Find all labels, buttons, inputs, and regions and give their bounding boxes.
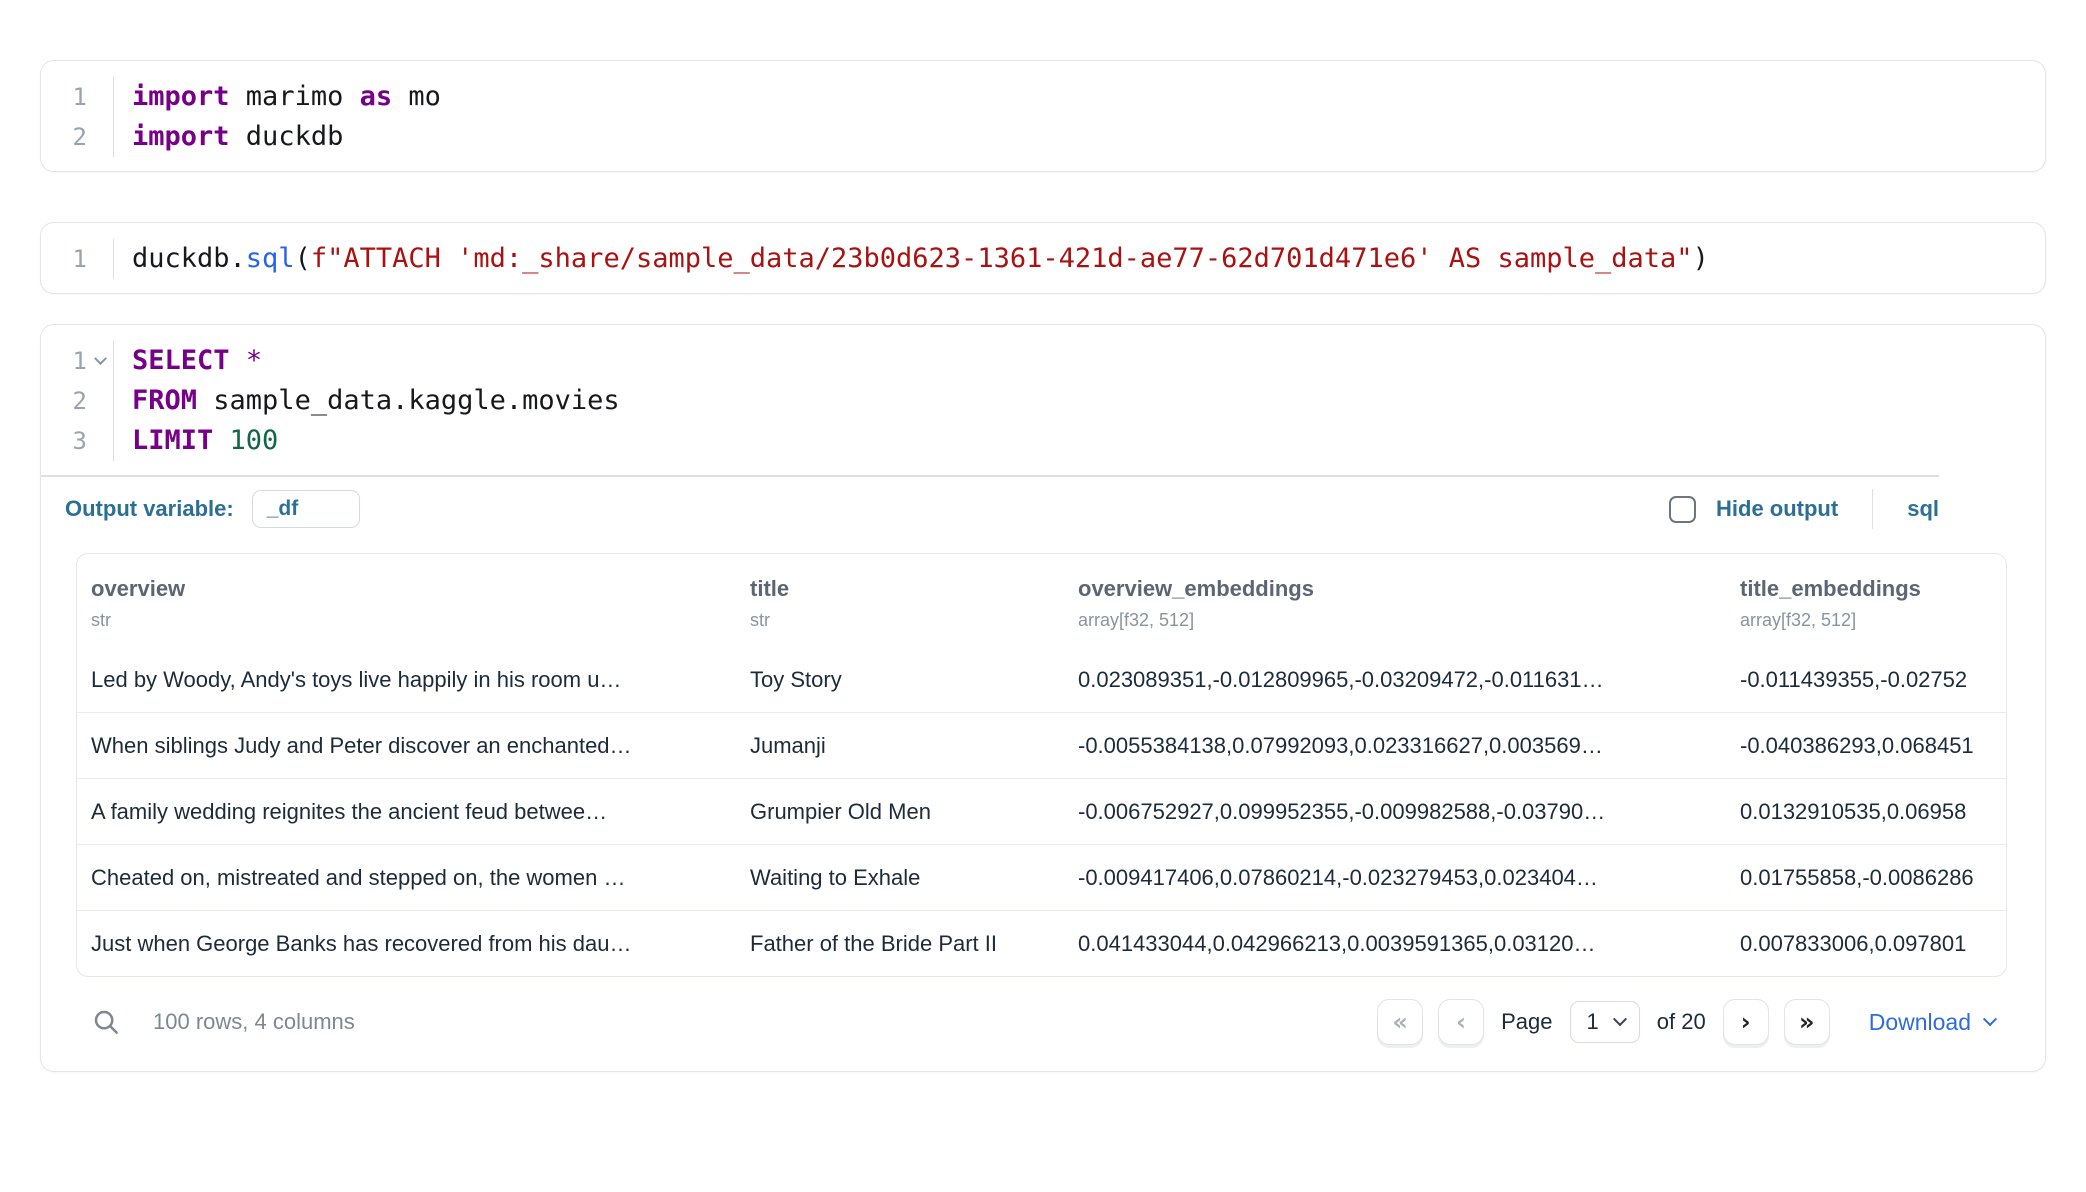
notebook: 1 import marimo as mo 2 import duckdb 1 duck…	[0, 0, 2086, 1072]
code-text: import marimo as mo	[113, 77, 441, 117]
table-summary: 100 rows, 4 columns	[153, 1009, 355, 1035]
table-cell: Toy Story	[736, 647, 1064, 712]
code-editor-attach[interactable]: 1 duckdb.sql(f"ATTACH 'md:_share/sample_d…	[41, 223, 2045, 293]
table-row[interactable]: Just when George Banks has recovered fro…	[77, 910, 2006, 976]
code-line[interactable]: 2 FROM sample_data.kaggle.movies	[41, 381, 2045, 421]
pagination: « ‹ Page 1 of 20 › » Download	[1377, 999, 1995, 1045]
line-number: 2	[41, 387, 87, 415]
code-editor-sql[interactable]: 1 SELECT * 2 FROM sample_data.kaggle.movies…	[41, 325, 2045, 475]
table-cell: Just when George Banks has recovered fro…	[77, 911, 736, 976]
table-header: overview str title str overview_embeddingsar…	[77, 554, 2006, 647]
table-cell: 0.01755858,-0.0086286	[1726, 845, 2006, 910]
code-line[interactable]: 2 import duckdb	[41, 117, 2045, 157]
table-cell: -0.040386293,0.068451	[1726, 713, 2006, 778]
table-footer: 100 rows, 4 columns « ‹ Page 1 of 20 ›	[41, 977, 2045, 1071]
column-header-overview_embeddings[interactable]: overview_embeddings array[f32, 512]	[1064, 554, 1726, 647]
code-text: SELECT *	[113, 341, 262, 381]
first-page-button[interactable]: «	[1377, 999, 1423, 1045]
table-cell: 0.0132910535,0.06958	[1726, 779, 2006, 844]
code-line[interactable]: 1 SELECT *	[41, 341, 2045, 381]
sql-cell: 1 SELECT * 2 FROM sample_data.kaggle.movies…	[40, 324, 2046, 1072]
table-row[interactable]: Led by Woody, Andy's toys live happily i…	[77, 647, 2006, 712]
output-variable-label: Output variable:	[65, 496, 234, 522]
fold-toggle-icon[interactable]	[87, 357, 113, 366]
code-line[interactable]: 1 import marimo as mo	[41, 77, 2045, 117]
code-line[interactable]: 1 duckdb.sql(f"ATTACH 'md:_share/sample_d…	[41, 239, 2045, 279]
column-dtype: str	[91, 610, 722, 631]
column-name: title_embeddings	[1740, 576, 1992, 602]
next-page-button[interactable]: ›	[1723, 999, 1769, 1045]
last-page-button[interactable]: »	[1784, 999, 1830, 1045]
table-cell: A family wedding reignites the ancient f…	[77, 779, 736, 844]
hide-output-checkbox[interactable]	[1669, 496, 1696, 523]
table-cell: 0.023089351,-0.012809965,-0.03209472,-0.…	[1064, 647, 1726, 712]
table-cell: 0.041433044,0.042966213,0.0039591365,0.0…	[1064, 911, 1726, 976]
code-line[interactable]: 3 LIMIT 100	[41, 421, 2045, 461]
download-label: Download	[1869, 1009, 1971, 1036]
table-header-row: overview str title str overview_embeddingsar…	[77, 554, 2006, 647]
line-number: 1	[41, 245, 87, 273]
table-row[interactable]: When siblings Judy and Peter discover an…	[77, 712, 2006, 778]
code-text: FROM sample_data.kaggle.movies	[113, 381, 620, 421]
table-row[interactable]: A family wedding reignites the ancient f…	[77, 778, 2006, 844]
code-text: duckdb.sql(f"ATTACH 'md:_share/sample_da…	[113, 239, 1709, 279]
page-number-select[interactable]: 1	[1570, 1001, 1640, 1043]
table-cell: -0.011439355,-0.02752	[1726, 647, 2006, 712]
table-cell: 0.007833006,0.097801	[1726, 911, 2006, 976]
column-dtype: str	[750, 610, 1050, 631]
table-row[interactable]: Cheated on, mistreated and stepped on, t…	[77, 844, 2006, 910]
hide-output-label[interactable]: Hide output	[1716, 496, 1838, 522]
search-icon[interactable]	[91, 1007, 121, 1037]
chevron-down-icon	[94, 352, 107, 365]
page-label: Page	[1501, 1009, 1552, 1035]
column-name: overview_embeddings	[1078, 576, 1712, 602]
table-body: Led by Woody, Andy's toys live happily i…	[77, 647, 2006, 976]
table-cell: -0.009417406,0.07860214,-0.023279453,0.0…	[1064, 845, 1726, 910]
language-toggle-sql[interactable]: sql	[1907, 496, 1939, 522]
page-count-label: of 20	[1657, 1009, 1706, 1035]
previous-page-button[interactable]: ‹	[1438, 999, 1484, 1045]
line-number: 3	[41, 427, 87, 455]
last-page-icon: »	[1799, 1008, 1815, 1036]
column-name: overview	[91, 576, 722, 602]
line-number: 2	[41, 123, 87, 151]
output-variable-row: Output variable: _df Hide output sql	[41, 477, 1939, 539]
column-header-overview[interactable]: overview str	[77, 554, 736, 647]
column-dtype: array[f32, 512]	[1078, 610, 1712, 631]
previous-page-icon: ‹	[1456, 1008, 1466, 1036]
table-cell: Father of the Bride Part II	[736, 911, 1064, 976]
line-number: 1	[41, 83, 87, 111]
table-cell: -0.0055384138,0.07992093,0.023316627,0.0…	[1064, 713, 1726, 778]
chevron-down-icon	[1983, 1012, 1997, 1026]
table-cell: Jumanji	[736, 713, 1064, 778]
table-cell: Grumpier Old Men	[736, 779, 1064, 844]
line-number: 1	[41, 347, 87, 375]
code-cell-attach: 1 duckdb.sql(f"ATTACH 'md:_share/sample_d…	[40, 222, 2046, 294]
table-cell: -0.006752927,0.099952355,-0.009982588,-0…	[1064, 779, 1726, 844]
table-cell: Cheated on, mistreated and stepped on, t…	[77, 845, 736, 910]
table-cell: Led by Woody, Andy's toys live happily i…	[77, 647, 736, 712]
chevron-down-icon	[1613, 1012, 1627, 1026]
divider	[1872, 489, 1873, 529]
table-cell: Waiting to Exhale	[736, 845, 1064, 910]
column-header-title_embeddings[interactable]: title_embeddings array[f32, 512]	[1726, 554, 2006, 647]
download-button[interactable]: Download	[1869, 1009, 1995, 1036]
table-cell: When siblings Judy and Peter discover an…	[77, 713, 736, 778]
column-header-title[interactable]: title str	[736, 554, 1064, 647]
page-number-value: 1	[1587, 1009, 1599, 1035]
code-cell-imports: 1 import marimo as mo 2 import duckdb	[40, 60, 2046, 172]
next-page-icon: ›	[1741, 1008, 1751, 1036]
column-name: title	[750, 576, 1050, 602]
code-text: import duckdb	[113, 117, 343, 157]
code-text: LIMIT 100	[113, 421, 278, 461]
first-page-icon: «	[1392, 1008, 1408, 1036]
code-editor-imports[interactable]: 1 import marimo as mo 2 import duckdb	[41, 61, 2045, 171]
column-dtype: array[f32, 512]	[1740, 610, 1992, 631]
output-variable-input[interactable]: _df	[252, 490, 360, 528]
result-table: overview str title str overview_embeddingsar…	[76, 553, 2007, 977]
